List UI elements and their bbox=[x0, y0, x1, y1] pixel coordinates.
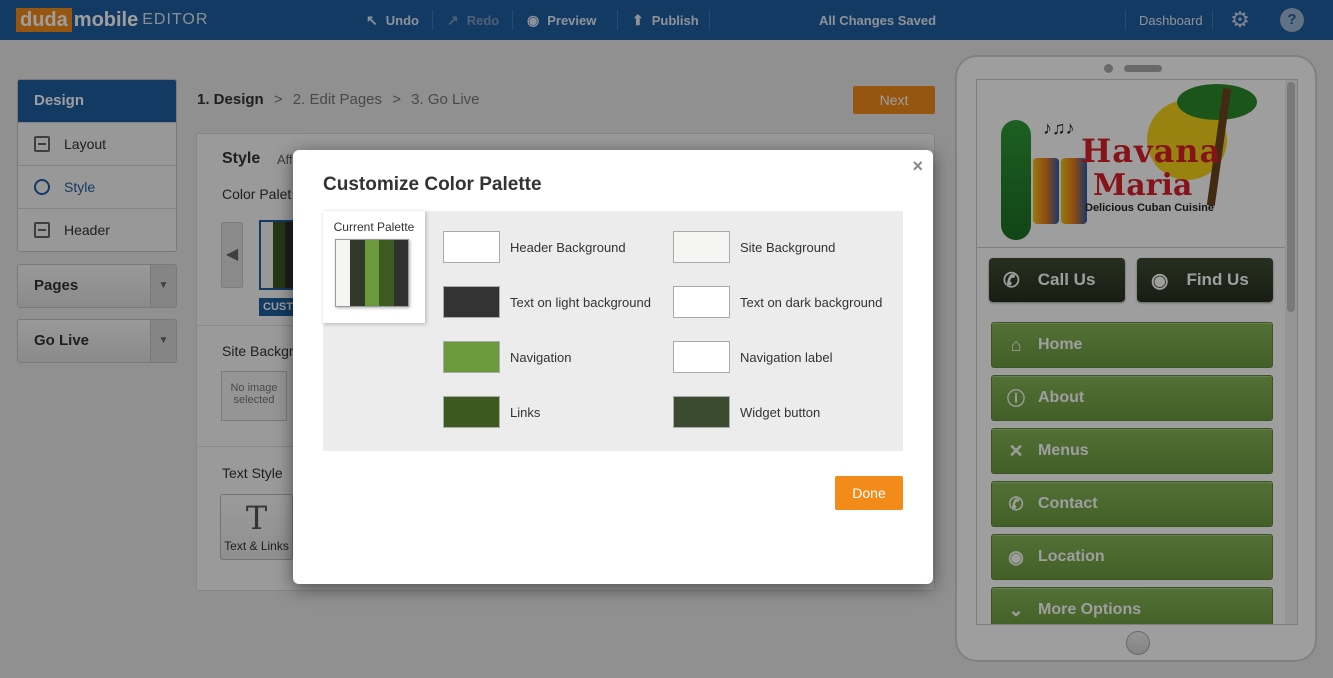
color-swatch-button[interactable] bbox=[443, 341, 500, 373]
dialog-title: Customize Color Palette bbox=[323, 174, 542, 195]
color-label: Text on dark background bbox=[740, 294, 883, 310]
color-swatch-button[interactable] bbox=[673, 396, 730, 428]
close-icon[interactable]: × bbox=[912, 156, 923, 177]
palette-swatch bbox=[379, 240, 394, 306]
palette-swatch bbox=[364, 240, 380, 306]
color-row-navigation-label[interactable]: Navigation label bbox=[673, 341, 833, 373]
color-label: Site Background bbox=[740, 239, 836, 255]
color-label: Text on light background bbox=[510, 294, 651, 310]
customize-color-palette-dialog: Customize Color Palette × Current Palett… bbox=[293, 150, 933, 584]
palette-swatch bbox=[393, 240, 409, 306]
color-label: Header Background bbox=[510, 239, 626, 255]
color-swatch-button[interactable] bbox=[673, 341, 730, 373]
color-row-text-light-bg[interactable]: Text on light background bbox=[443, 286, 651, 318]
color-swatch-button[interactable] bbox=[443, 286, 500, 318]
color-swatch-button[interactable] bbox=[673, 286, 730, 318]
current-palette-swatches bbox=[335, 239, 409, 307]
color-row-links[interactable]: Links bbox=[443, 396, 540, 428]
palette-swatch bbox=[350, 240, 365, 306]
color-row-text-dark-bg[interactable]: Text on dark background bbox=[673, 286, 882, 318]
color-row-navigation[interactable]: Navigation bbox=[443, 341, 571, 373]
palette-swatch bbox=[336, 240, 351, 306]
color-swatch-button[interactable] bbox=[443, 231, 500, 263]
color-label: Navigation label bbox=[740, 349, 833, 365]
palette-editor-area: Current Palette Header Background Site B… bbox=[323, 211, 903, 451]
color-label: Links bbox=[510, 404, 541, 420]
current-palette-label: Current Palette bbox=[333, 220, 415, 234]
color-label: Navigation bbox=[510, 349, 572, 365]
color-row-site-background[interactable]: Site Background bbox=[673, 231, 835, 263]
color-label: Widget button bbox=[740, 404, 821, 420]
color-swatch-button[interactable] bbox=[443, 396, 500, 428]
color-row-widget-button[interactable]: Widget button bbox=[673, 396, 820, 428]
color-swatch-button[interactable] bbox=[673, 231, 730, 263]
current-palette-card[interactable]: Current Palette bbox=[323, 211, 425, 323]
color-row-header-background[interactable]: Header Background bbox=[443, 231, 626, 263]
done-button[interactable]: Done bbox=[835, 476, 903, 510]
